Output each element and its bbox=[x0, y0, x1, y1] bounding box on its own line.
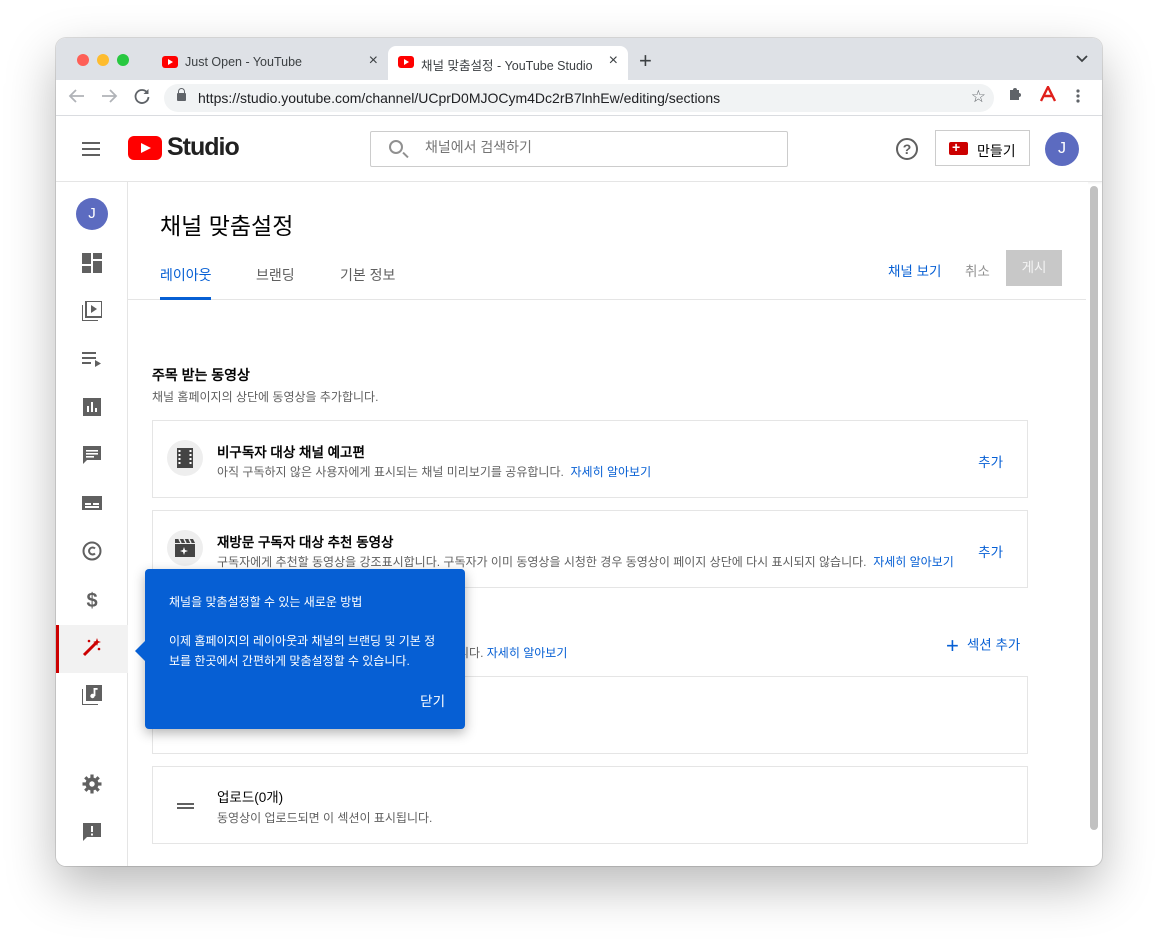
add-trailer-button[interactable]: 추가 bbox=[978, 451, 1003, 471]
learn-more-link[interactable]: 자세히 알아보기 bbox=[873, 555, 954, 569]
publish-button[interactable]: 게시 bbox=[1006, 250, 1062, 286]
tab-search-chevron-icon[interactable] bbox=[1076, 52, 1088, 66]
page-title: 채널 맞춤설정 bbox=[160, 213, 294, 239]
drag-handle-icon[interactable] bbox=[177, 803, 194, 809]
acrobat-extension-icon[interactable] bbox=[1039, 84, 1057, 107]
create-video-icon bbox=[949, 139, 968, 155]
help-icon[interactable]: ? bbox=[896, 138, 918, 160]
main-content: 채널 맞춤설정 레이아웃 브랜딩 기본 정보 채널 보기 취소 게시 주목 받는… bbox=[128, 182, 1088, 866]
lock-icon bbox=[177, 88, 186, 101]
url-text: https://studio.youtube.com/channel/UCprD… bbox=[198, 90, 721, 106]
add-section-button[interactable]: + 섹션 추가 bbox=[946, 633, 1020, 659]
card-title: 비구독자 대상 채널 예고편 bbox=[217, 445, 365, 460]
tab-close-icon[interactable]: × bbox=[369, 52, 378, 70]
address-bar[interactable]: https://studio.youtube.com/channel/UCprD… bbox=[164, 84, 994, 112]
account-avatar[interactable]: J bbox=[1045, 132, 1079, 166]
tab-close-icon[interactable]: × bbox=[609, 52, 618, 70]
cancel-button[interactable]: 취소 bbox=[965, 260, 990, 280]
tab-title: 채널 맞춤설정 - YouTube Studio bbox=[421, 59, 593, 73]
learn-more-link[interactable]: 자세히 알아보기 bbox=[571, 465, 652, 479]
featured-video-title: 주목 받는 동영상 bbox=[152, 367, 250, 383]
tab-bar: Just Open - YouTube × 채널 맞춤설정 - YouTube … bbox=[56, 38, 1102, 80]
tab-layout[interactable]: 레이아웃 bbox=[160, 265, 212, 285]
plus-icon: + bbox=[946, 633, 959, 658]
copyright-icon[interactable] bbox=[80, 541, 104, 565]
maximize-window-button[interactable] bbox=[117, 54, 129, 66]
dashboard-icon[interactable] bbox=[80, 253, 104, 277]
learn-more-link[interactable]: 자세히 알아보기 bbox=[487, 646, 568, 660]
analytics-icon[interactable] bbox=[80, 397, 104, 421]
uploads-section-card: 업로드(0개) 동영상이 업로드되면 이 섹션이 표시됩니다. bbox=[152, 766, 1028, 844]
youtube-favicon-icon bbox=[398, 56, 414, 68]
subtitles-icon[interactable] bbox=[80, 493, 104, 517]
film-icon bbox=[167, 440, 203, 476]
reload-icon[interactable] bbox=[133, 87, 151, 108]
bookmark-star-icon[interactable]: ☆ bbox=[971, 87, 986, 107]
close-tooltip-button[interactable]: 닫기 bbox=[420, 690, 445, 710]
featured-video-desc: 채널 홈페이지의 상단에 동영상을 추가합니다. bbox=[152, 390, 379, 404]
audio-library-icon[interactable] bbox=[80, 685, 104, 709]
settings-icon[interactable] bbox=[80, 774, 104, 798]
tooltip-title: 채널을 맞춤설정할 수 있는 새로운 방법 bbox=[169, 595, 363, 609]
forward-arrow-icon[interactable] bbox=[100, 87, 118, 108]
search-box[interactable] bbox=[370, 131, 788, 167]
clapperboard-icon bbox=[167, 530, 203, 566]
tooltip-body: 이제 홈페이지의 레이아웃과 채널의 브랜딩 및 기본 정보를 한곳에서 간편하… bbox=[169, 634, 436, 668]
content-icon[interactable] bbox=[80, 300, 104, 325]
minimize-window-button[interactable] bbox=[97, 54, 109, 66]
studio-logo-text[interactable]: Studio bbox=[167, 133, 240, 162]
card-desc: 구독자에게 추천할 동영상을 강조표시합니다. 구독자가 이미 동영상을 시청한… bbox=[217, 555, 954, 569]
create-label: 만들기 bbox=[977, 143, 1016, 159]
customization-tabs: 레이아웃 브랜딩 기본 정보 bbox=[128, 257, 1086, 300]
card-desc: 아직 구독하지 않은 사용자에게 표시되는 채널 미리보기를 공유합니다. 자세… bbox=[217, 465, 652, 479]
tab-title: Just Open - YouTube bbox=[185, 55, 302, 69]
youtube-logo-icon[interactable] bbox=[128, 136, 162, 160]
monetization-icon[interactable]: $ bbox=[80, 589, 104, 613]
browser-window: Just Open - YouTube × 채널 맞춤설정 - YouTube … bbox=[56, 38, 1102, 866]
back-arrow-icon[interactable] bbox=[68, 87, 86, 108]
browser-tab-just-open[interactable]: Just Open - YouTube × bbox=[152, 46, 388, 80]
youtube-favicon-icon bbox=[162, 56, 178, 68]
tab-basic-info[interactable]: 기본 정보 bbox=[340, 265, 395, 285]
add-featured-button[interactable]: 추가 bbox=[978, 541, 1003, 561]
sidebar: J $ bbox=[56, 182, 128, 866]
view-channel-link[interactable]: 채널 보기 bbox=[888, 260, 941, 280]
close-window-button[interactable] bbox=[77, 54, 89, 66]
sections-desc: 니다. 자세히 알아보기 bbox=[458, 646, 568, 660]
new-tab-button[interactable]: + bbox=[639, 50, 652, 72]
channel-avatar[interactable]: J bbox=[76, 198, 108, 230]
card-title: 재방문 구독자 대상 추천 동영상 bbox=[217, 535, 394, 550]
tab-branding[interactable]: 브랜딩 bbox=[256, 265, 295, 285]
feedback-icon[interactable] bbox=[80, 822, 104, 846]
search-icon bbox=[389, 140, 403, 154]
card-title: 업로드(0개) bbox=[217, 790, 284, 805]
onboarding-tooltip: 채널을 맞춤설정할 수 있는 새로운 방법 이제 홈페이지의 레이아웃과 채널의… bbox=[135, 569, 465, 729]
browser-tab-studio[interactable]: 채널 맞춤설정 - YouTube Studio × bbox=[388, 46, 628, 80]
customization-icon[interactable] bbox=[80, 637, 104, 661]
extensions-puzzle-icon[interactable] bbox=[1007, 86, 1023, 107]
page-scrollbar[interactable] bbox=[1090, 186, 1098, 830]
active-tab-underline bbox=[160, 297, 211, 300]
comments-icon[interactable] bbox=[80, 445, 104, 469]
create-button[interactable]: 만들기 bbox=[935, 130, 1030, 166]
browser-menu-icon[interactable] bbox=[1076, 89, 1080, 108]
playlists-icon[interactable] bbox=[80, 349, 104, 373]
card-desc: 동영상이 업로드되면 이 섹션이 표시됩니다. bbox=[217, 811, 433, 825]
hamburger-menu-icon[interactable] bbox=[82, 142, 102, 156]
studio-header: Studio ? 만들기 J bbox=[56, 116, 1102, 182]
search-input[interactable] bbox=[425, 139, 765, 155]
browser-toolbar: https://studio.youtube.com/channel/UCprD… bbox=[56, 80, 1102, 116]
channel-trailer-card: 비구독자 대상 채널 예고편 아직 구독하지 않은 사용자에게 표시되는 채널 … bbox=[152, 420, 1028, 498]
